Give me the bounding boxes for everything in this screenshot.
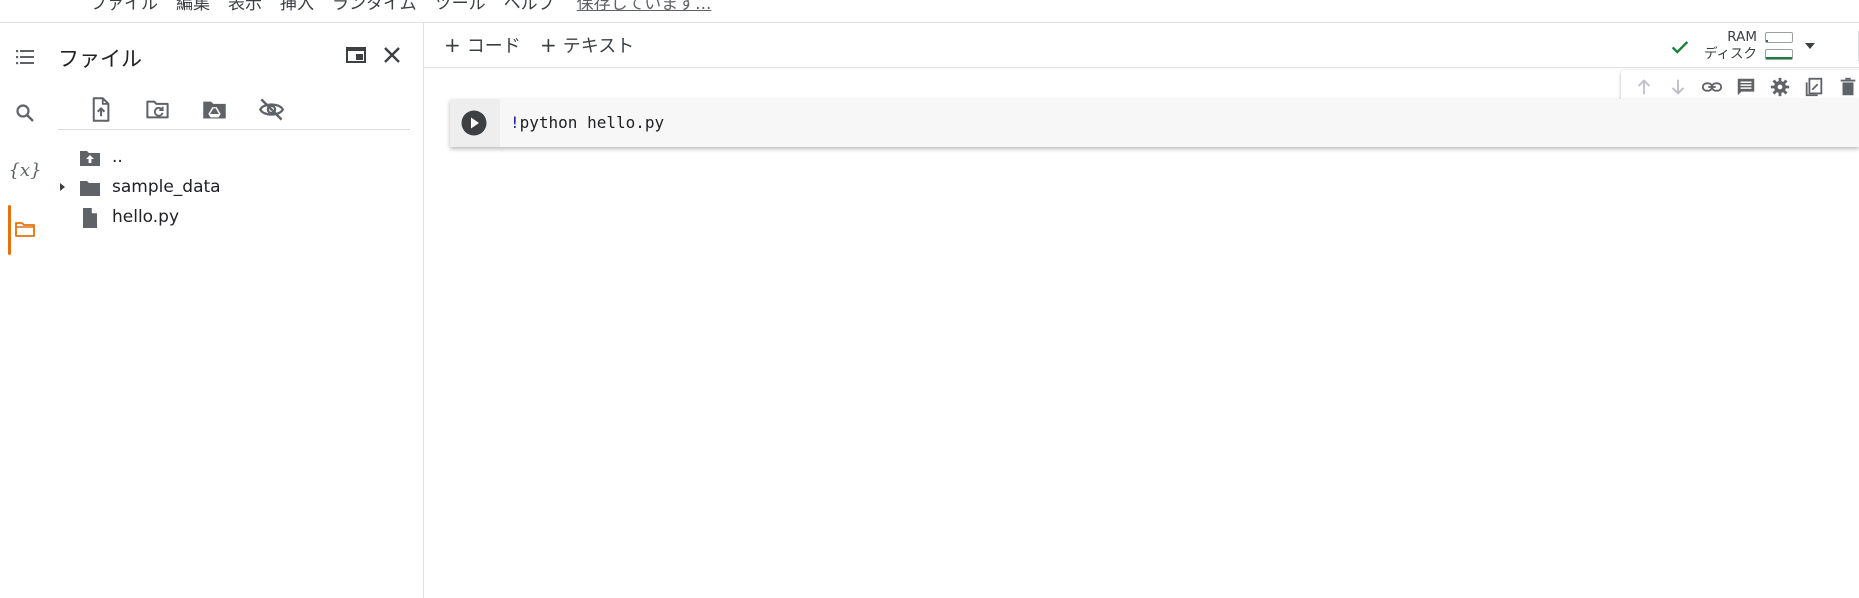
toggle-hidden-files-button[interactable] (243, 89, 300, 129)
hide-hidden-files-icon (258, 97, 285, 121)
menu-bar: ファイル 編集 表示 挿入 ランタイム ツール ヘルプ 保存しています... (0, 0, 1859, 23)
tree-item-label: sample_data (112, 177, 221, 197)
variables-button[interactable]: {x} (0, 142, 50, 198)
tree-item-label: .. (112, 147, 123, 167)
variables-icon: {x} (8, 159, 42, 181)
file-tree: .. sample_data hello.py (50, 143, 410, 233)
move-up-icon (1637, 79, 1651, 95)
code-cell[interactable]: !python hello.py (450, 99, 1859, 147)
settings-icon (1770, 77, 1790, 97)
menu-view[interactable]: 表示 (228, 0, 262, 14)
menu-file[interactable]: ファイル (90, 0, 158, 14)
check-icon (1671, 41, 1689, 54)
expand-caret-icon[interactable] (56, 181, 68, 193)
add-text-button[interactable]: + テキスト (540, 29, 634, 61)
menu-insert[interactable]: 挿入 (280, 0, 314, 14)
folder-icon (80, 181, 100, 196)
close-icon (384, 47, 400, 63)
search-icon (16, 104, 34, 122)
mirror-cell-icon (1805, 77, 1823, 97)
notebook-toolbar: + コード + テキスト RAM ディスク (424, 23, 1859, 68)
save-status-link[interactable]: 保存しています... (577, 0, 712, 14)
mount-drive-button[interactable] (186, 89, 243, 129)
tree-item-hello-py[interactable]: hello.py (50, 203, 410, 233)
tree-item-parent[interactable]: .. (50, 143, 410, 173)
run-cell-icon[interactable] (460, 109, 488, 137)
mount-drive-icon (203, 101, 226, 118)
upload-file-icon (92, 96, 110, 122)
code-text: python hello.py (519, 113, 665, 132)
add-code-label: コード (466, 36, 521, 57)
files-button[interactable] (0, 201, 50, 257)
table-of-contents-icon (16, 50, 34, 65)
menu-tools[interactable]: ツール (435, 0, 486, 14)
files-panel-title: ファイル (58, 47, 142, 71)
code-editor[interactable]: !python hello.py (510, 113, 664, 132)
menu-help[interactable]: ヘルプ (504, 0, 555, 14)
disk-meter (1765, 49, 1793, 60)
plus-icon: + (444, 33, 461, 57)
close-panel-button[interactable] (378, 41, 406, 69)
menu-edit[interactable]: 編集 (176, 0, 210, 14)
comment-icon (1737, 78, 1755, 96)
disk-label: ディスク (1703, 46, 1757, 62)
notebook-main: + コード + テキスト RAM ディスク !python hello.py (424, 23, 1859, 598)
open-in-tab-button[interactable] (342, 41, 370, 69)
add-code-button[interactable]: + コード (444, 29, 521, 61)
ram-label: RAM (1727, 29, 1757, 45)
upload-button[interactable] (72, 89, 129, 129)
ram-meter (1765, 32, 1793, 43)
add-text-label: テキスト (562, 36, 635, 57)
left-rail: {x} (0, 23, 50, 598)
menu-items: ファイル 編集 表示 挿入 ランタイム ツール ヘルプ 保存しています... (90, 0, 729, 14)
tree-item-sample-data[interactable]: sample_data (50, 173, 410, 203)
plus-icon: + (540, 33, 557, 57)
search-button[interactable] (0, 85, 50, 141)
resource-labels: RAM ディスク (1697, 29, 1757, 63)
refresh-folder-icon (146, 100, 169, 118)
delete-icon (1840, 77, 1856, 96)
menu-runtime[interactable]: ランタイム (332, 0, 417, 14)
link-icon (1701, 82, 1723, 92)
toolbar-divider (58, 129, 410, 130)
refresh-button[interactable] (129, 89, 186, 129)
folder-up-icon (80, 151, 100, 166)
table-of-contents-button[interactable] (0, 29, 50, 85)
file-icon (83, 208, 97, 228)
tree-item-label: hello.py (112, 207, 180, 227)
chevron-down-icon[interactable] (1801, 37, 1819, 55)
folder-icon (15, 222, 35, 237)
resources-indicator[interactable]: RAM ディスク (1669, 27, 1859, 65)
move-down-icon (1671, 79, 1685, 95)
code-shell-prefix: ! (510, 113, 520, 132)
open-in-new-window-icon (346, 47, 366, 63)
files-panel: ファイル .. sample_data hello.py (50, 23, 424, 598)
cell-gutter (450, 99, 500, 147)
files-toolbar (72, 89, 300, 129)
